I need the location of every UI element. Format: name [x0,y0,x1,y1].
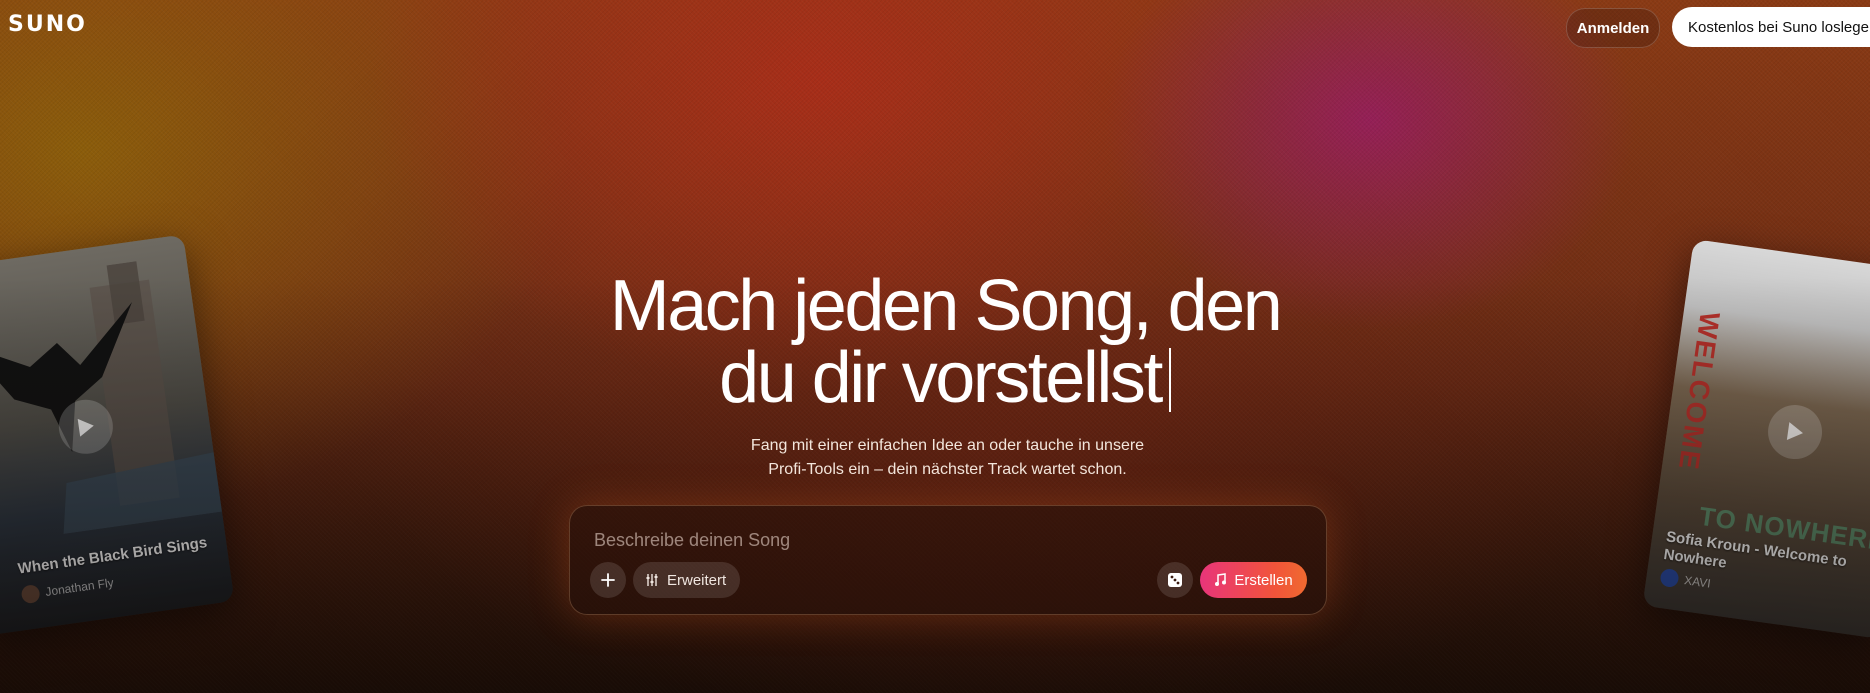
dice-icon [1168,573,1182,587]
music-note-icon [1215,573,1227,586]
song-prompt-box: Erweitert Erstellen [569,505,1327,615]
create-button[interactable]: Erstellen [1200,562,1307,598]
card-artist[interactable]: Jonathan Fly [20,574,114,605]
text-cursor [1168,348,1171,412]
hero-title-line-2: du dir vorstellst [0,342,1870,414]
hero-title: Mach jeden Song, den du dir vorstellst [0,270,1870,414]
random-idea-button[interactable] [1157,562,1193,598]
song-description-input[interactable] [592,524,1296,556]
signin-button[interactable]: Anmelden [1566,8,1660,48]
hero-title-line-2-text: du dir vorstellst [719,338,1163,418]
card-artist[interactable]: XAVI [1659,567,1712,593]
create-label: Erstellen [1234,571,1293,589]
hero-subtitle-line-1: Fang mit einer einfachen Idee an oder ta… [750,437,1145,454]
advanced-button[interactable]: Erweitert [633,562,741,598]
plus-icon [601,573,615,587]
avatar [20,583,41,605]
artist-name: Jonathan Fly [44,575,115,599]
landing-page: When the Black Bird Sings Jonathan Fly W… [0,0,1870,693]
hero-subtitle: Fang mit einer einfachen Idee an oder ta… [0,434,1870,482]
hero-subtitle-line-2: Profi-Tools ein – dein nächster Track wa… [768,461,1127,478]
avatar [1659,567,1680,589]
suno-logo[interactable]: SUNO [8,12,87,37]
advanced-label: Erweitert [667,571,727,589]
sliders-icon [646,574,658,586]
card-title[interactable]: When the Black Bird Sings [17,533,218,579]
hero-title-line-1: Mach jeden Song, den [609,266,1283,346]
add-button[interactable] [590,562,626,598]
signup-cta-button[interactable]: Kostenlos bei Suno loslegen [1672,7,1870,47]
artist-name: XAVI [1683,573,1712,591]
